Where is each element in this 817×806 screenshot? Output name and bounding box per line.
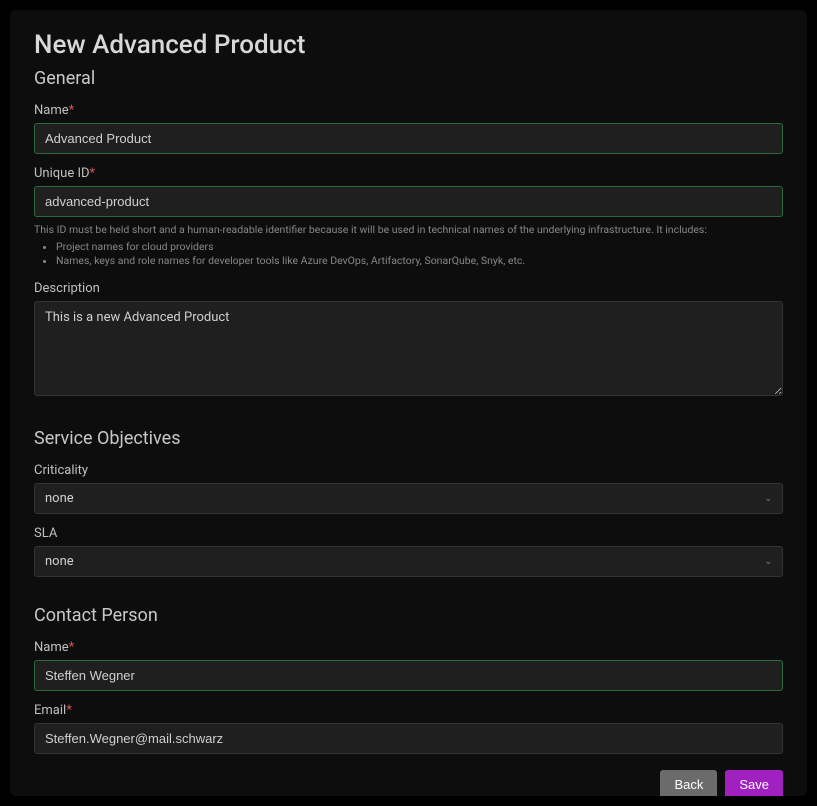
- required-marker: *: [69, 103, 75, 118]
- chevron-down-icon: ⌄: [764, 557, 772, 567]
- chevron-down-icon: ⌄: [764, 494, 772, 504]
- sla-label: SLA: [34, 526, 783, 541]
- name-label-text: Name: [34, 103, 69, 118]
- field-contact-email: Email*: [34, 703, 783, 754]
- contact-name-label: Name*: [34, 640, 783, 655]
- field-sla: SLA none ⌄: [34, 526, 783, 577]
- button-row: Back Save: [34, 770, 783, 796]
- criticality-value: none: [45, 491, 74, 506]
- field-name: Name*: [34, 103, 783, 154]
- contact-email-label-text: Email: [34, 703, 66, 718]
- section-heading-general: General: [34, 68, 783, 89]
- field-criticality: Criticality none ⌄: [34, 463, 783, 514]
- unique-id-help-item-2: Names, keys and role names for developer…: [56, 254, 783, 269]
- required-marker: *: [66, 703, 72, 718]
- description-input[interactable]: [34, 301, 783, 396]
- criticality-label: Criticality: [34, 463, 783, 478]
- criticality-select[interactable]: none ⌄: [34, 483, 783, 514]
- field-description: Description: [34, 281, 783, 400]
- form-panel: New Advanced Product General Name* Uniqu…: [10, 10, 807, 796]
- name-input[interactable]: [34, 123, 783, 154]
- description-label: Description: [34, 281, 783, 296]
- contact-email-input[interactable]: [34, 723, 783, 754]
- section-heading-contact-person: Contact Person: [34, 605, 783, 626]
- required-marker: *: [69, 640, 75, 655]
- contact-name-label-text: Name: [34, 640, 69, 655]
- save-button[interactable]: Save: [725, 770, 783, 796]
- field-contact-name: Name*: [34, 640, 783, 691]
- contact-name-input[interactable]: [34, 660, 783, 691]
- unique-id-label-text: Unique ID: [34, 166, 90, 181]
- sla-select[interactable]: none ⌄: [34, 546, 783, 577]
- unique-id-input[interactable]: [34, 186, 783, 217]
- section-heading-service-objectives: Service Objectives: [34, 428, 783, 449]
- unique-id-help-intro: This ID must be held short and a human-r…: [34, 223, 707, 236]
- unique-id-help-item-1: Project names for cloud providers: [56, 240, 783, 255]
- name-label: Name*: [34, 103, 783, 118]
- sla-value: none: [45, 554, 74, 569]
- contact-email-label: Email*: [34, 703, 783, 718]
- unique-id-help: This ID must be held short and a human-r…: [34, 223, 783, 269]
- field-unique-id: Unique ID* This ID must be held short an…: [34, 166, 783, 269]
- required-marker: *: [90, 166, 96, 181]
- back-button[interactable]: Back: [660, 770, 717, 796]
- page-title: New Advanced Product: [34, 30, 783, 60]
- unique-id-label: Unique ID*: [34, 166, 783, 181]
